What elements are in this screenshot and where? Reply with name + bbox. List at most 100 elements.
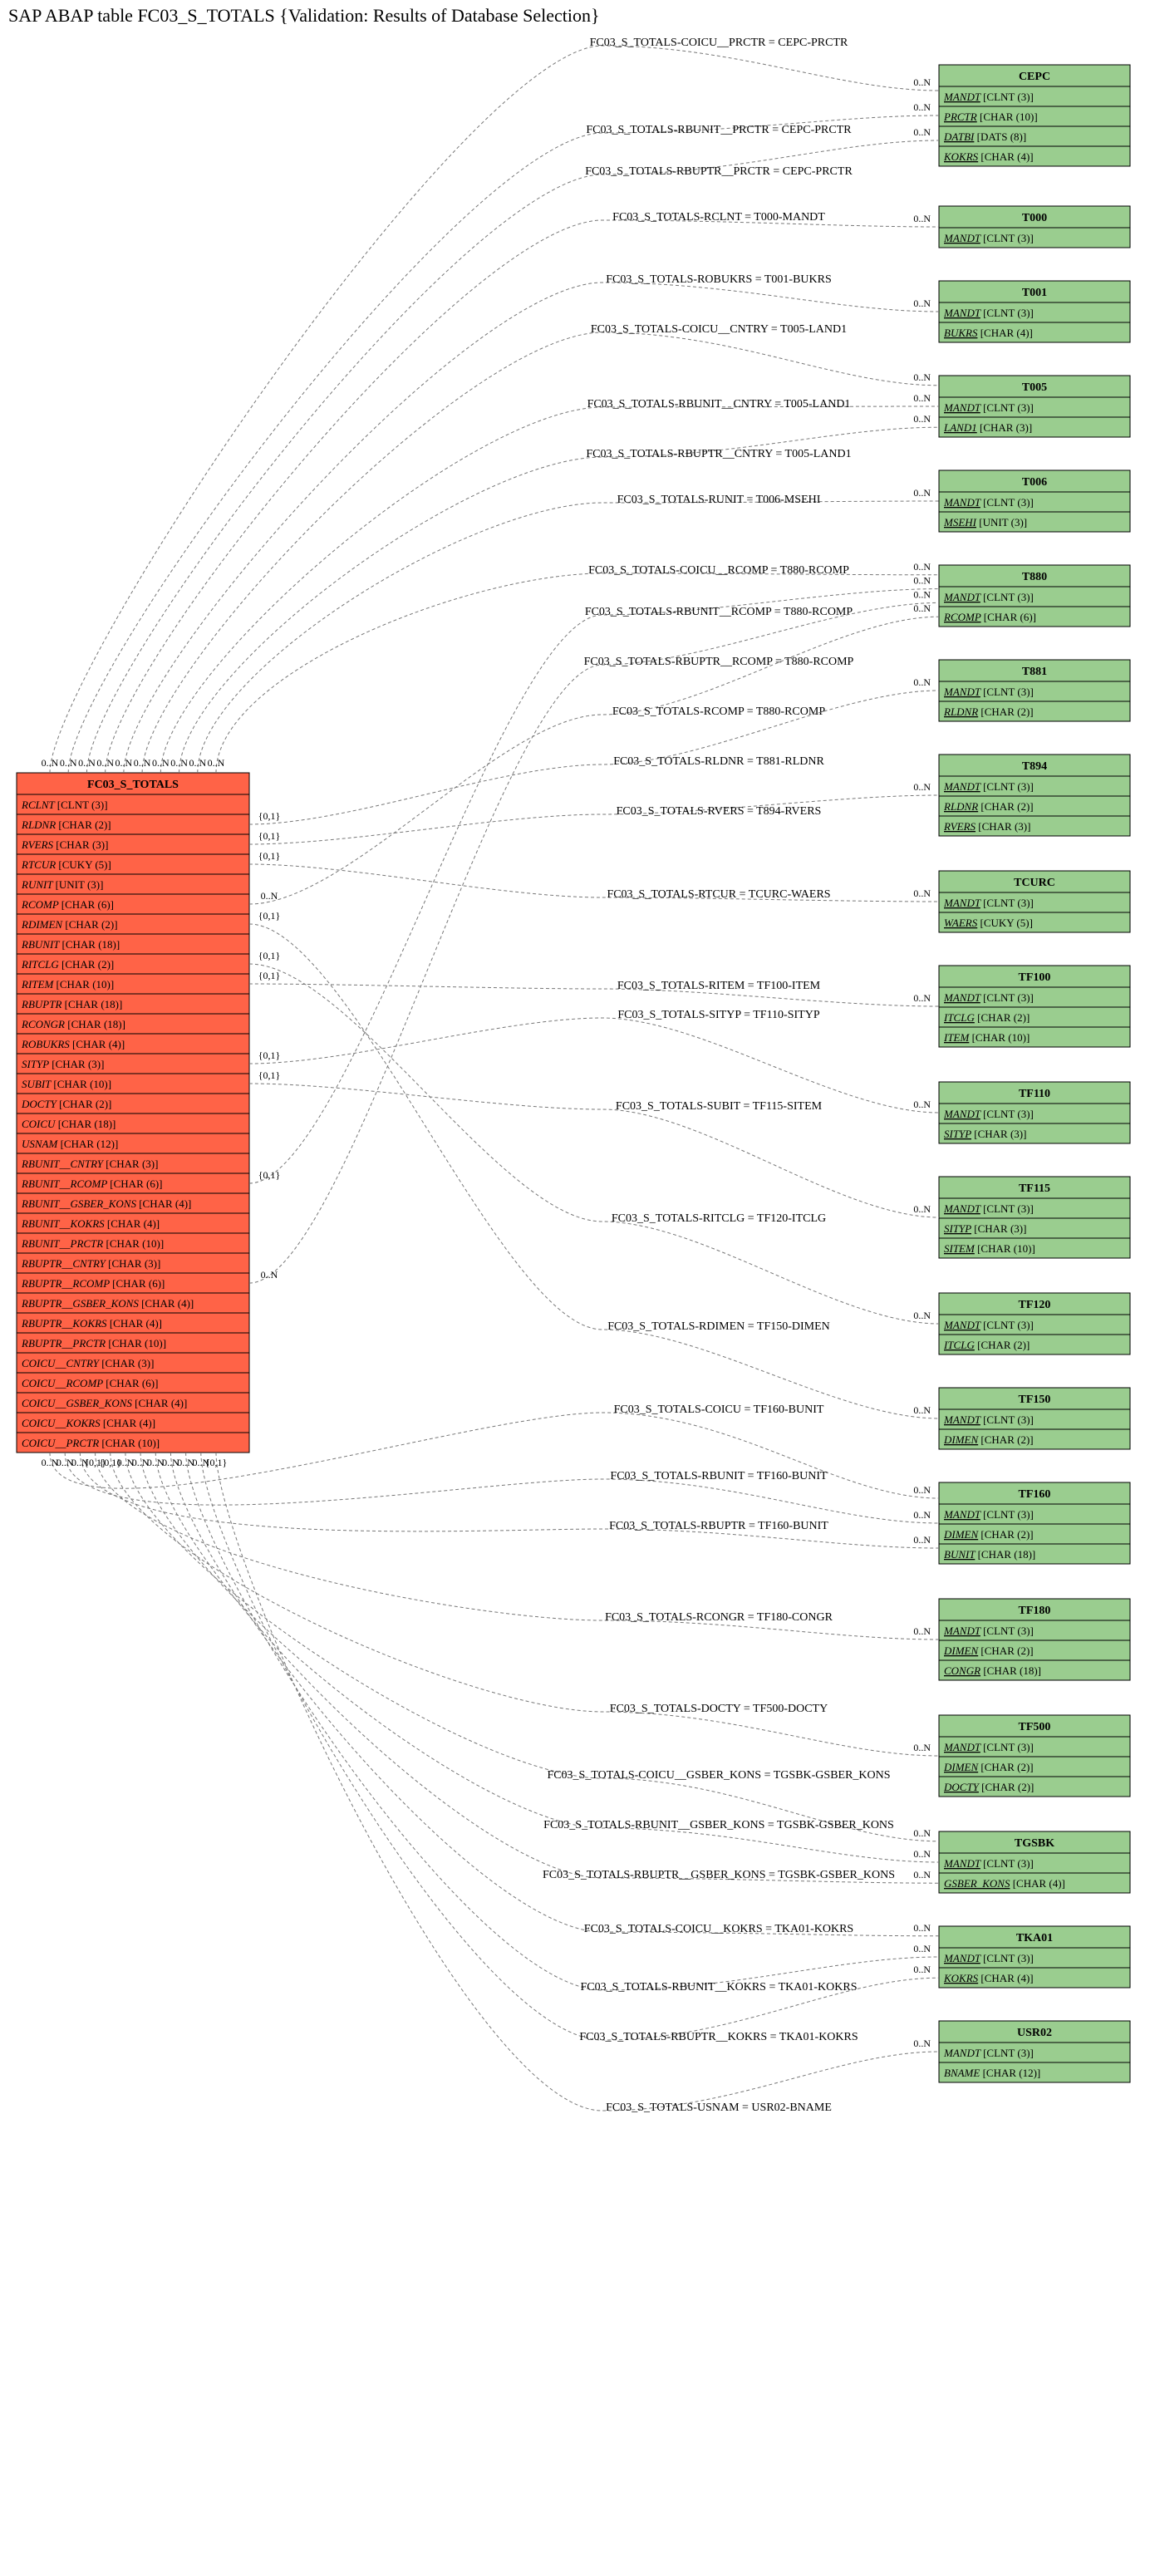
tgt-cardinality: 0..N [913, 76, 931, 88]
svg-text:TF120: TF120 [1019, 1299, 1051, 1311]
svg-text:CEPC: CEPC [1019, 71, 1050, 83]
relation-edge [249, 964, 939, 1324]
tgt-cardinality: 0..N [913, 602, 931, 614]
tgt-cardinality: 0..N [913, 392, 931, 404]
relation-label: FC03_S_TOTALS-RITEM = TF100-ITEM [617, 980, 821, 992]
target-row: SITEM [CHAR (10)] [944, 1242, 1035, 1255]
target-row: MANDT [CLNT (3)] [943, 897, 1034, 909]
source-row: RBUNIT__PRCTR [CHAR (10)] [21, 1237, 164, 1250]
relation-label: FC03_S_TOTALS-COICU__KOKRS = TKA01-KOKRS [584, 1923, 853, 1935]
target-row: MANDT [CLNT (3)] [943, 1108, 1034, 1120]
source-row: RITEM [CHAR (10)] [21, 978, 114, 991]
target-table-t006: T006MANDT [CLNT (3)]MSEHI [UNIT (3)] [939, 470, 1130, 532]
source-row: RBUPTR__KOKRS [CHAR (4)] [21, 1317, 162, 1330]
source-row: COICU__RCOMP [CHAR (6)] [22, 1377, 158, 1389]
relation-label: FC03_S_TOTALS-COICU__RCOMP = T880-RCOMP [588, 564, 849, 577]
target-row: DIMEN [CHAR (2)] [943, 1644, 1034, 1657]
target-table-tka01: TKA01MANDT [CLNT (3)]KOKRS [CHAR (4)] [939, 1926, 1130, 1988]
relation-label: FC03_S_TOTALS-RLDNR = T881-RLDNR [613, 755, 824, 768]
relation-edge [216, 573, 939, 773]
source-table: FC03_S_TOTALSRCLNT [CLNT (3)]RLDNR [CHAR… [17, 773, 249, 1453]
source-row: RBUPTR__RCOMP [CHAR (6)] [21, 1277, 165, 1290]
tgt-cardinality: 0..N [913, 1625, 931, 1637]
source-row: USNAM [CHAR (12)] [22, 1138, 118, 1150]
source-row: DOCTY [CHAR (2)] [21, 1098, 111, 1110]
tgt-cardinality: 0..N [913, 1484, 931, 1496]
src-cardinality: {0,1} [205, 1457, 228, 1468]
relation-label: FC03_S_TOTALS-RBUPTR = TF160-BUNIT [609, 1520, 828, 1532]
target-row: ITEM [CHAR (10)] [943, 1031, 1030, 1044]
relation-label: FC03_S_TOTALS-RBUPTR__RCOMP = T880-RCOMP [584, 656, 854, 668]
target-table-tcurc: TCURC MANDT [CLNT (3)] WAERS [CUKY (5)] [939, 871, 1130, 932]
tgt-cardinality: 0..N [913, 1964, 931, 1975]
target-table-t000: T000MANDT [CLNT (3)] [939, 206, 1130, 248]
source-row: RCOMP [CHAR (6)] [21, 898, 114, 911]
target-table-t880: T880MANDT [CLNT (3)]RCOMP [CHAR (6)] [939, 565, 1130, 627]
tgt-cardinality: 0..N [913, 676, 931, 688]
target-row: ITCLG [CHAR (2)] [943, 1339, 1030, 1351]
tgt-cardinality: 0..N [913, 1404, 931, 1416]
target-table-tf110: TF110MANDT [CLNT (3)]SITYP [CHAR (3)] [939, 1082, 1130, 1143]
target-table-tf160: TF160MANDT [CLNT (3)]DIMEN [CHAR (2)]BUN… [939, 1482, 1130, 1564]
svg-text:TF100: TF100 [1019, 971, 1051, 984]
relation-label: FC03_S_TOTALS-USNAM = USR02-BNAME [606, 2102, 832, 2114]
relation-label: FC03_S_TOTALS-RBUNIT = TF160-BUNIT [610, 1470, 828, 1482]
src-cardinality: 0..N [96, 757, 114, 769]
svg-text:TCURC: TCURC [1014, 877, 1055, 889]
target-row: MANDT [CLNT (3)] [943, 91, 1034, 103]
target-row: LAND1 [CHAR (3)] [943, 421, 1032, 434]
relation-edge [124, 283, 939, 773]
relation-label: FC03_S_TOTALS-COICU = TF160-BUNIT [614, 1404, 824, 1416]
source-row: COICU [CHAR (18)] [22, 1118, 115, 1130]
relation-edge [198, 501, 939, 773]
tgt-cardinality: 0..N [913, 561, 931, 573]
relation-label: FC03_S_TOTALS-DOCTY = TF500-DOCTY [610, 1703, 828, 1715]
tgt-cardinality: 0..N [913, 413, 931, 425]
target-table-tf100: TF100 MANDT [CLNT (3)] ITCLG [CHAR (2)] ITE… [939, 966, 1130, 1047]
svg-text:T006: T006 [1022, 476, 1047, 489]
tgt-cardinality: 0..N [913, 1310, 931, 1321]
source-row: RBUPTR__CNTRY [CHAR (3)] [21, 1257, 160, 1270]
target-row: MANDT [CLNT (3)] [943, 1857, 1034, 1870]
svg-text:T005: T005 [1022, 381, 1047, 394]
relation-label: FC03_S_TOTALS-RBUNIT__GSBER_KONS = TGSBK… [543, 1819, 894, 1831]
src-cardinality: 0..N [60, 757, 77, 769]
svg-text:TKA01: TKA01 [1016, 1932, 1053, 1944]
target-row: RCOMP [CHAR (6)] [943, 611, 1036, 623]
relation-label: FC03_S_TOTALS-COICU__PRCTR = CEPC-PRCTR [590, 37, 848, 49]
src-cardinality: 0..N [134, 757, 151, 769]
src-cardinality: {0,1} [258, 910, 281, 922]
source-row: COICU__CNTRY [CHAR (3)] [22, 1357, 154, 1369]
source-row: RBUPTR [CHAR (18)] [21, 998, 122, 1010]
relation-label: FC03_S_TOTALS-COICU__GSBER_KONS = TGSBK-… [547, 1769, 890, 1782]
relation-edge [249, 984, 939, 1006]
target-row: GSBER_KONS [CHAR (4)] [944, 1877, 1065, 1890]
target-table-t881: T881MANDT [CLNT (3)]RLDNR [CHAR (2)] [939, 660, 1130, 721]
relation-edge [216, 1453, 939, 2111]
src-cardinality: 0..N [152, 757, 170, 769]
tgt-cardinality: 0..N [913, 1099, 931, 1110]
source-row: RCLNT [CLNT (3)] [21, 799, 108, 811]
target-row: MANDT [CLNT (3)] [943, 1741, 1034, 1753]
target-row: KOKRS [CHAR (4)] [943, 150, 1034, 163]
target-row: DOCTY [CHAR (2)] [943, 1781, 1034, 1793]
target-row: ITCLG [CHAR (2)] [943, 1011, 1030, 1024]
target-row: MANDT [CLNT (3)] [943, 991, 1034, 1004]
svg-text:TF110: TF110 [1019, 1088, 1050, 1100]
target-table-tf115: TF115MANDT [CLNT (3)]SITYP [CHAR (3)]SIT… [939, 1177, 1130, 1258]
tgt-cardinality: 0..N [913, 371, 931, 383]
source-row: RITCLG [CHAR (2)] [21, 958, 114, 971]
tgt-cardinality: 0..N [913, 126, 931, 138]
tgt-cardinality: 0..N [913, 575, 931, 587]
tgt-cardinality: 0..N [913, 1943, 931, 1954]
source-row: RBUPTR__GSBER_KONS [CHAR (4)] [21, 1297, 194, 1310]
tgt-cardinality: 0..N [913, 2038, 931, 2049]
svg-text:TGSBK: TGSBK [1015, 1837, 1054, 1850]
src-cardinality: 0..N [42, 757, 59, 769]
target-row: WAERS [CUKY (5)] [944, 917, 1033, 929]
relation-edge [140, 1453, 939, 1862]
target-row: MANDT [CLNT (3)] [943, 401, 1034, 414]
src-cardinality: {0,1} [258, 950, 281, 961]
svg-text:T000: T000 [1022, 212, 1047, 224]
target-row: KOKRS [CHAR (4)] [943, 1972, 1034, 1984]
